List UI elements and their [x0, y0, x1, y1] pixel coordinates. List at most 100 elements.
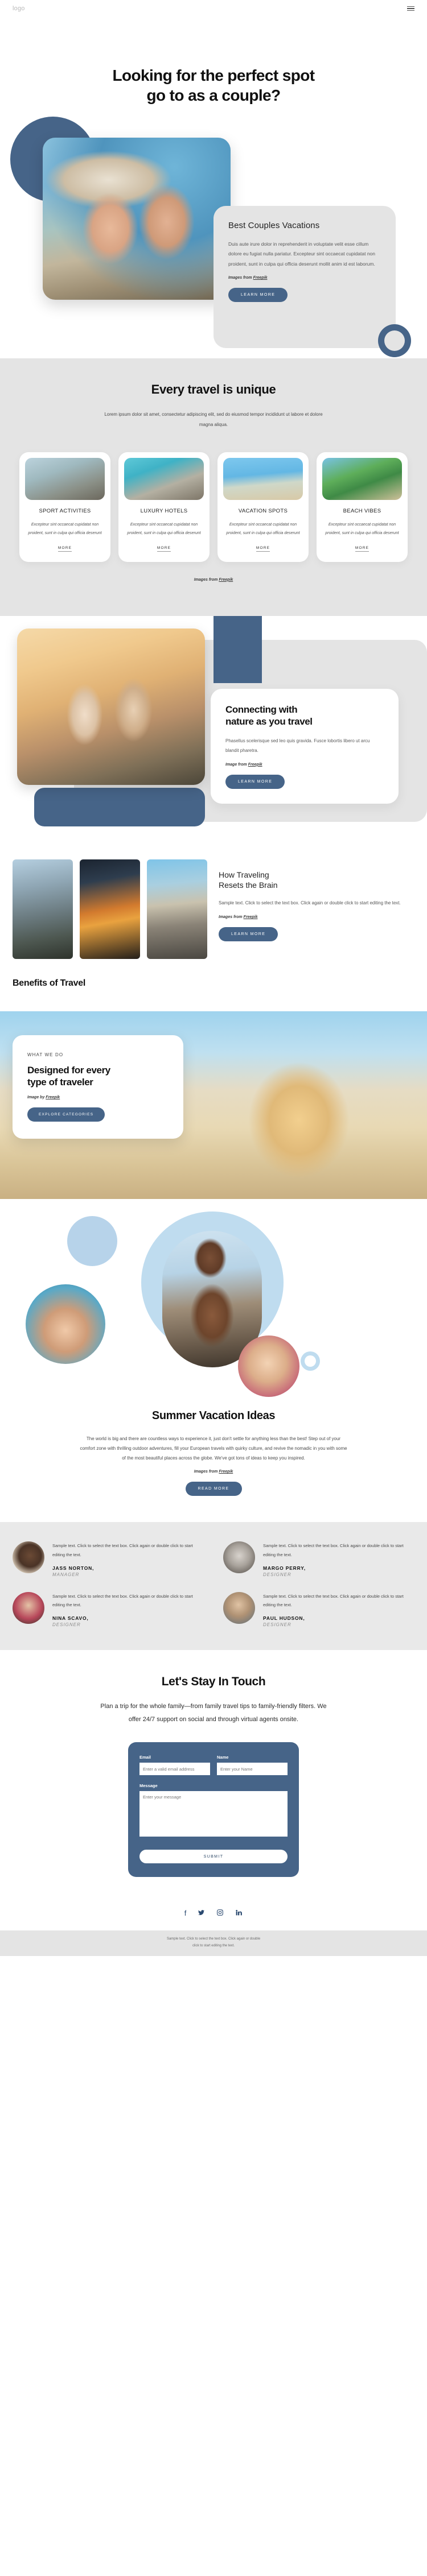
category-more-link[interactable]: MORE: [355, 546, 369, 552]
freepik-link[interactable]: Freepik: [46, 1095, 60, 1099]
category-body: Excepteur sint occaecat cupidatat non pr…: [127, 523, 201, 535]
category-image: [25, 458, 105, 501]
benefits-title: Benefits of Travel: [13, 978, 85, 988]
credit-prefix: Image from: [225, 762, 248, 767]
testimonial-body: Sample text. Click to select the text bo…: [52, 1592, 204, 1628]
category-card-list: SPORT ACTIVITIES Excepteur sint occaecat…: [0, 452, 427, 562]
hero-card-credit: Images from Freepik: [228, 276, 381, 280]
testimonial-quote: Sample text. Click to select the text bo…: [263, 1593, 404, 1608]
freepik-link[interactable]: Freepik: [219, 1470, 233, 1474]
email-label: Email: [139, 1755, 151, 1760]
category-body: Excepteur sint occaecat cupidatat non pr…: [325, 523, 399, 535]
credit-prefix: Images from: [194, 577, 219, 582]
testimonial-role: MANAGER: [52, 1572, 80, 1577]
social-links: f: [0, 1894, 427, 1931]
brain-heading: How Traveling Resets the Brain: [219, 870, 414, 891]
nature-heading-line-2: nature as you travel: [225, 716, 313, 727]
hero-couple-photo: [43, 138, 231, 300]
avatar: [223, 1591, 255, 1624]
credit-prefix: Images from: [228, 276, 253, 280]
contact-title: Let's Stay In Touch: [161, 1675, 266, 1689]
designed-heading: Designed for every type of traveler: [27, 1064, 169, 1089]
category-more-link[interactable]: MORE: [157, 546, 171, 552]
category-title: BEACH VIBES: [343, 508, 381, 515]
category-body: Excepteur sint occaecat cupidatat non pr…: [226, 523, 300, 535]
category-card[interactable]: BEACH VIBES Excepteur sint occaecat cupi…: [317, 452, 408, 562]
name-field[interactable]: [217, 1763, 288, 1776]
contact-section: Let's Stay In Touch Plan a trip for the …: [0, 1650, 427, 1895]
designed-card: WHAT WE DO Designed for every type of tr…: [13, 1035, 183, 1139]
hero-learn-more-button[interactable]: LEARN MORE: [228, 288, 288, 303]
testimonial-body: Sample text. Click to select the text bo…: [263, 1541, 414, 1577]
nature-credit: Image from Freepik: [225, 763, 384, 767]
brain-image-campfire: [80, 859, 140, 959]
nature-heading: Connecting with nature as you travel: [225, 704, 384, 728]
hero-card-heading: Best Couples Vacations: [228, 221, 320, 230]
message-field[interactable]: [139, 1791, 288, 1837]
summer-section: Summer Vacation Ideas The world is big a…: [0, 1198, 427, 1523]
freepik-link[interactable]: Freepik: [253, 276, 268, 280]
testimonial-item: Sample text. Click to select the text bo…: [13, 1591, 204, 1628]
testimonial-item: Sample text. Click to select the text bo…: [223, 1541, 414, 1577]
facebook-icon[interactable]: f: [184, 1909, 187, 1918]
hero-info-card: Best Couples Vacations Duis aute irure d…: [214, 206, 396, 348]
category-title: VACATION SPOTS: [238, 508, 288, 515]
site-header: logo: [0, 0, 427, 17]
contact-body: Plan a trip for the whole family—from fa…: [100, 1703, 327, 1723]
footer-bar: Sample text. Click to select the text bo…: [0, 1930, 427, 1957]
category-body: Excepteur sint occaecat cupidatat non pr…: [28, 523, 102, 535]
nature-learn-more-button[interactable]: LEARN MORE: [225, 774, 285, 789]
hero-title-line-2: go to as a couple?: [146, 86, 281, 104]
testimonial-item: Sample text. Click to select the text bo…: [223, 1591, 414, 1628]
category-image: [223, 458, 303, 501]
summer-read-more-button[interactable]: READ MORE: [185, 1482, 242, 1496]
category-image: [322, 458, 402, 501]
brain-heading-line-1: How Traveling: [219, 870, 269, 879]
testimonial-name: PAUL HUDSON,: [263, 1615, 305, 1622]
brain-heading-line-2: Resets the Brain: [219, 880, 278, 890]
nature-body: Phasellus scelerisque sed leo quis gravi…: [225, 738, 370, 753]
avatar: [13, 1541, 44, 1574]
unique-subtitle: Lorem ipsum dolor sit amet, consectetur …: [104, 412, 323, 427]
freepik-link[interactable]: Freepik: [219, 578, 233, 582]
brain-credit: Images from Freepik: [219, 915, 414, 919]
unique-section: Every travel is unique Lorem ipsum dolor…: [0, 358, 427, 616]
brain-learn-more-button[interactable]: LEARN MORE: [219, 927, 278, 942]
nature-heading-line-1: Connecting with: [225, 704, 298, 715]
freepik-link[interactable]: Freepik: [248, 763, 262, 767]
landing-page: logo Looking for the perfect spot go to …: [0, 0, 427, 1957]
category-card[interactable]: LUXURY HOTELS Excepteur sint occaecat cu…: [118, 452, 210, 562]
submit-button[interactable]: SUBMIT: [139, 1850, 288, 1864]
email-field[interactable]: [139, 1763, 210, 1776]
brain-image-group: [13, 859, 207, 959]
credit-prefix: Images from: [194, 1470, 219, 1474]
form-field-message: Message: [139, 1783, 288, 1839]
category-card[interactable]: SPORT ACTIVITIES Excepteur sint occaecat…: [19, 452, 110, 562]
summer-credit: Images from Freepik: [0, 1470, 427, 1474]
contact-form: Email Name Message SUBMIT: [128, 1742, 299, 1878]
twitter-icon[interactable]: [198, 1909, 205, 1918]
site-logo[interactable]: logo: [13, 5, 25, 12]
linkedin-icon[interactable]: [235, 1909, 243, 1918]
testimonial-name: JASS NORTON,: [52, 1565, 95, 1571]
testimonial-role: DESIGNER: [52, 1622, 81, 1628]
category-more-link[interactable]: MORE: [256, 546, 270, 552]
testimonial-name: NINA SCAVO,: [52, 1615, 89, 1622]
summer-text-block: Summer Vacation Ideas The world is big a…: [0, 1222, 427, 1496]
instagram-icon[interactable]: [216, 1909, 224, 1918]
testimonials-section: Sample text. Click to select the text bo…: [0, 1522, 427, 1651]
designed-eyebrow: WHAT WE DO: [27, 1052, 64, 1057]
form-field-email: Email: [139, 1755, 210, 1776]
avatar: [13, 1591, 44, 1624]
hamburger-menu-icon[interactable]: [407, 6, 414, 11]
testimonial-role: DESIGNER: [263, 1622, 291, 1628]
brain-image-road: [147, 859, 207, 959]
category-more-link[interactable]: MORE: [58, 546, 72, 552]
summer-body: The world is big and there are countless…: [80, 1436, 347, 1461]
freepik-link[interactable]: Freepik: [244, 915, 258, 919]
testimonial-grid: Sample text. Click to select the text bo…: [13, 1541, 414, 1627]
explore-categories-button[interactable]: EXPLORE CATEGORIES: [27, 1107, 105, 1122]
category-card[interactable]: VACATION SPOTS Excepteur sint occaecat c…: [217, 452, 309, 562]
category-title: LUXURY HOTELS: [140, 508, 188, 515]
hero-title: Looking for the perfect spot go to as a …: [0, 17, 427, 105]
